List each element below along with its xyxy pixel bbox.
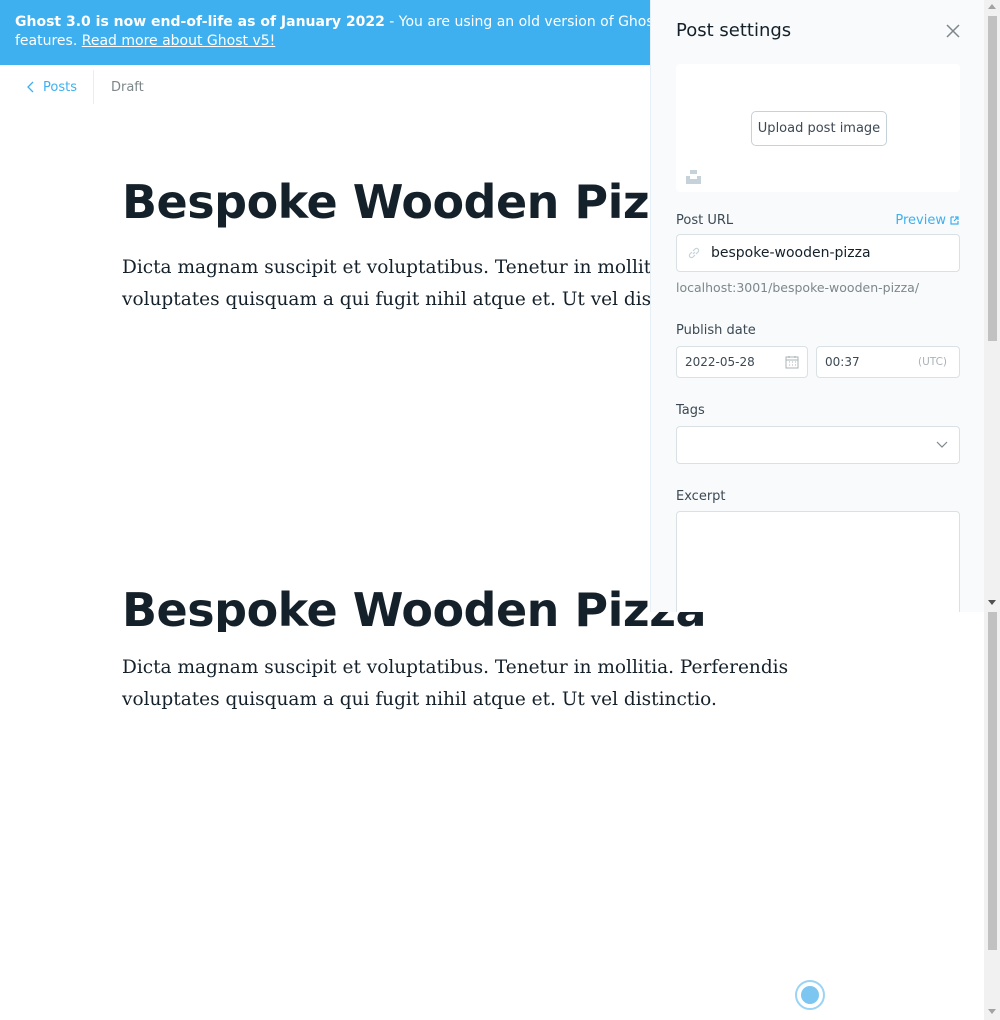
banner-bold-text: Ghost 3.0 is now end-of-life as of Janua… (15, 14, 385, 30)
preview-link[interactable]: Preview (895, 213, 959, 228)
upload-post-image-button[interactable]: Upload post image (751, 111, 887, 146)
chevron-left-icon (27, 81, 34, 93)
tags-label: Tags (676, 403, 705, 418)
page-scroll-down-arrow[interactable] (988, 1009, 996, 1014)
excerpt-textarea[interactable] (676, 511, 960, 612)
banner-read-more-link[interactable]: Read more about Ghost v5! (82, 33, 276, 49)
publish-date-input[interactable]: 2022-05-28 (676, 346, 808, 378)
chevron-down-icon (936, 441, 948, 448)
publish-time-value: 00:37 (825, 355, 860, 369)
post-status: Draft (110, 79, 144, 95)
scroll-up-arrow[interactable] (988, 4, 996, 9)
calendar-icon[interactable] (785, 355, 799, 369)
publish-date-label: Publish date (676, 323, 756, 338)
page-scrollbar-thumb[interactable] (988, 612, 997, 950)
scroll-down-arrow[interactable] (988, 600, 996, 605)
tags-input[interactable] (676, 426, 960, 464)
banner-line2-text: features. (15, 33, 82, 49)
post-title-duplicate: Bespoke Wooden Pizza (122, 583, 707, 632)
settings-scrollbar[interactable] (984, 0, 1000, 612)
unsplash-icon[interactable] (686, 170, 701, 184)
post-image-area: Upload post image (676, 64, 960, 192)
loading-indicator (795, 980, 825, 1010)
post-url-input[interactable]: bespoke-wooden-pizza (676, 234, 960, 272)
publish-date-value: 2022-05-28 (685, 355, 755, 369)
post-url-preview: localhost:3001/bespoke-wooden-pizza/ (676, 280, 920, 295)
page-scrollbar[interactable] (984, 612, 1000, 1020)
preview-label: Preview (895, 213, 946, 228)
editor-header: Posts Draft (0, 65, 650, 109)
link-icon (688, 247, 700, 259)
timezone-label: (UTC) (917, 356, 947, 368)
close-icon[interactable] (944, 22, 962, 40)
back-to-posts-link[interactable]: Posts (0, 70, 94, 104)
external-link-icon (950, 216, 959, 225)
post-settings-menu: Post settings Upload post image Post URL… (650, 0, 984, 612)
settings-scrollbar-thumb[interactable] (988, 16, 997, 341)
publish-time-input[interactable]: 00:37 (UTC) (816, 346, 960, 378)
loading-indicator-dot (801, 986, 819, 1004)
post-url-label: Post URL (676, 213, 734, 228)
post-body-duplicate: Dicta magnam suscipit et voluptatibus. T… (122, 657, 789, 710)
post-url-slug: bespoke-wooden-pizza (711, 245, 871, 261)
settings-title: Post settings (676, 20, 792, 41)
excerpt-label: Excerpt (676, 489, 726, 504)
back-label: Posts (43, 79, 77, 95)
